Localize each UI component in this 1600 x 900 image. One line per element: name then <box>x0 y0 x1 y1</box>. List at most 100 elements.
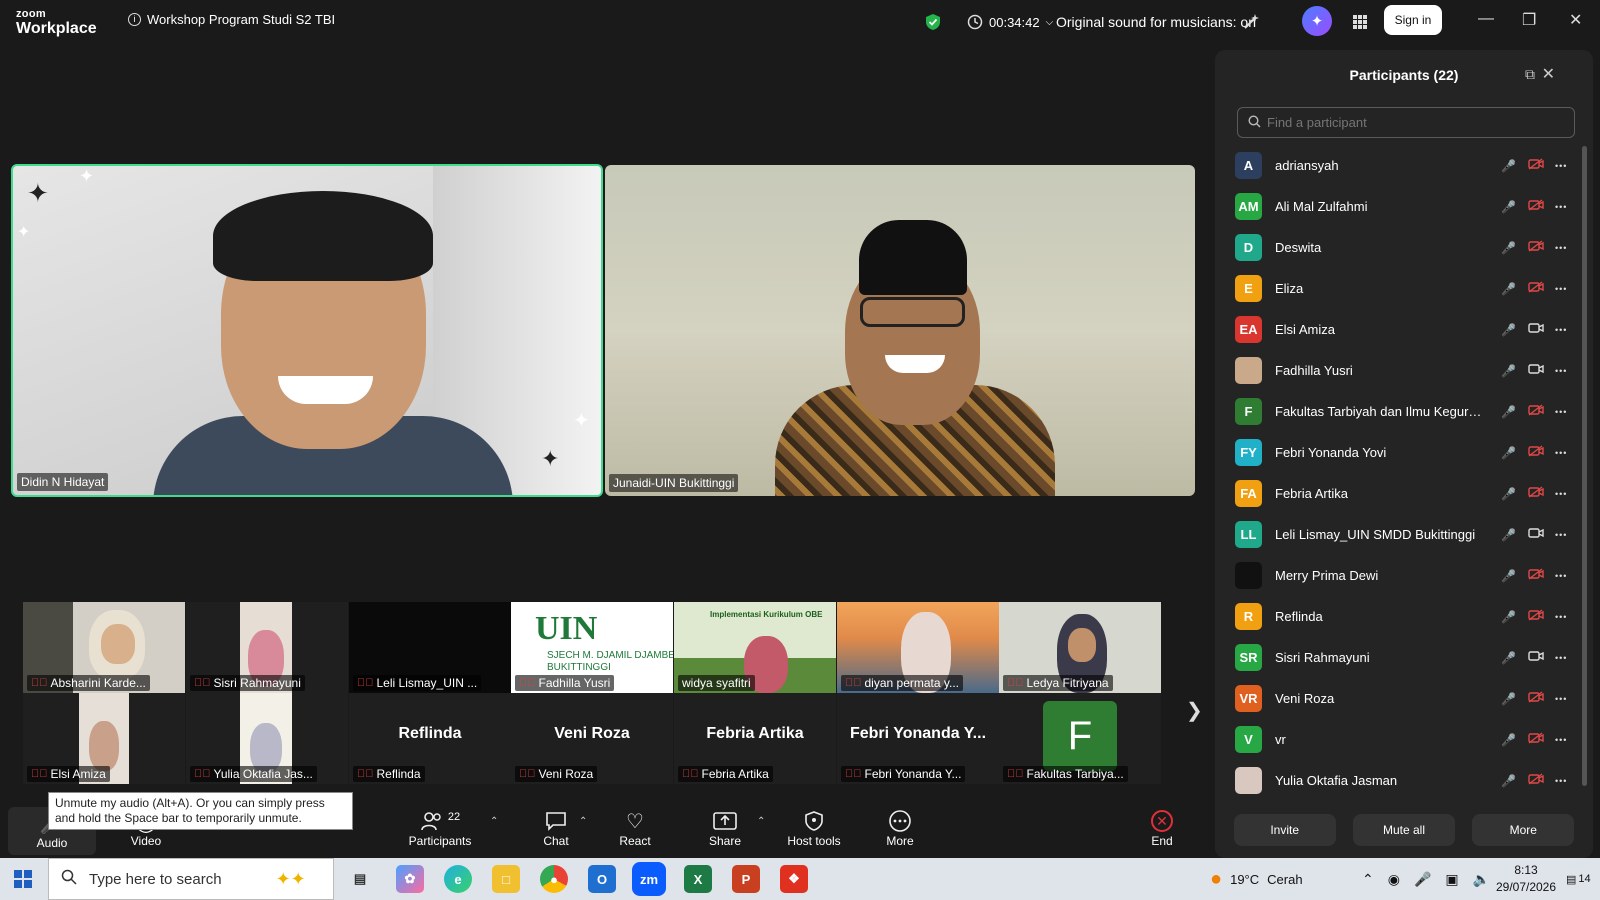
thumbnail-tile[interactable]: Reflinda 🎤⃠ Reflinda <box>349 693 511 784</box>
chat-button[interactable]: Chat <box>535 808 577 848</box>
search-input[interactable] <box>1267 115 1567 130</box>
participant-more-icon[interactable]: ••• <box>1555 202 1567 212</box>
thumbnail-tile[interactable]: 🎤⃠ diyan permata y... <box>837 602 999 693</box>
participant-more-icon[interactable]: ••• <box>1555 776 1567 786</box>
participant-row[interactable]: Aadriansyah 🎤 ••• <box>1215 145 1585 186</box>
participant-more-icon[interactable]: ••• <box>1555 489 1567 499</box>
thumbnail-tile[interactable]: Veni Roza 🎤⃠ Veni Roza <box>511 693 673 784</box>
thumbnail-tile[interactable]: UIN SJECH M. DJAMIL DJAMBE BUKITTINGGI 🎤… <box>511 602 673 693</box>
ai-companion-button[interactable]: ✦ <box>1302 6 1332 36</box>
muted-mic-icon[interactable]: 🎤 <box>1501 569 1516 583</box>
notification-center-icon[interactable]: ▤ 14 <box>1566 858 1591 900</box>
video-off-icon[interactable] <box>1528 158 1544 173</box>
video-on-icon[interactable] <box>1528 527 1544 542</box>
thumbnail-tile[interactable]: 🎤⃠ Elsi Amiza <box>23 693 185 784</box>
tray-chevron-up-icon[interactable]: ⌃ <box>1362 871 1374 888</box>
thumbnail-tile[interactable]: 🎤⃠ Yulia Oktafia Jas... <box>186 693 348 784</box>
participant-more-icon[interactable]: ••• <box>1555 653 1567 663</box>
thumbnail-tile[interactable]: Febria Artika 🎤⃠ Febria Artika <box>674 693 836 784</box>
original-sound-status[interactable]: Original sound for musicians: on <box>1056 0 1256 44</box>
tray-camera-icon[interactable]: ◉ <box>1388 871 1400 888</box>
participant-row[interactable]: D Deswita 🎤 ••• <box>1215 227 1585 268</box>
taskbar-search[interactable]: Type here to search ✦✦ <box>48 858 334 900</box>
thumbnail-tile[interactable]: Implementasi Kurikulum OBE widya syafitr… <box>674 602 836 693</box>
participant-more-icon[interactable]: ••• <box>1555 325 1567 335</box>
video-off-icon[interactable] <box>1528 568 1544 583</box>
tray-volume-icon[interactable]: 🔈 <box>1473 871 1490 888</box>
powerpoint-icon[interactable]: P <box>732 865 760 893</box>
thumbnail-tile[interactable]: Febri Yonanda Y... 🎤⃠ Febri Yonanda Y... <box>837 693 999 784</box>
security-shield-icon[interactable] <box>925 0 941 44</box>
video-on-icon[interactable] <box>1528 650 1544 665</box>
host-tools-button[interactable]: Host tools <box>782 808 846 848</box>
meeting-info[interactable]: i Workshop Program Studi S2 TBI <box>128 12 335 27</box>
excel-icon[interactable]: X <box>684 865 712 893</box>
participant-more-icon[interactable]: ••• <box>1555 284 1567 294</box>
video-off-icon[interactable] <box>1528 773 1544 788</box>
more-button[interactable]: More <box>880 808 920 848</box>
participant-row[interactable]: F Fakultas Tarbiyah dan Ilmu Keguru... 🎤 ••… <box>1215 391 1585 432</box>
share-options-caret-icon[interactable]: ⌃ <box>757 816 765 827</box>
participants-options-caret-icon[interactable]: ⌃ <box>490 816 498 827</box>
muted-mic-icon[interactable]: 🎤 <box>1501 323 1516 337</box>
video-off-icon[interactable] <box>1528 281 1544 296</box>
apps-grid-icon[interactable] <box>1349 11 1371 33</box>
video-off-icon[interactable] <box>1528 445 1544 460</box>
zoom-taskbar-icon[interactable]: zm <box>632 862 666 896</box>
participant-row[interactable]: LL Leli Lismay_UIN SMDD Bukittinggi 🎤 ••• <box>1215 514 1585 555</box>
muted-mic-icon[interactable]: 🎤 <box>1501 282 1516 296</box>
participant-more-icon[interactable]: ••• <box>1555 612 1567 622</box>
close-window-icon[interactable]: ✕ <box>1569 10 1582 30</box>
participant-more-icon[interactable]: ••• <box>1555 448 1567 458</box>
video-tile-speaker[interactable]: Junaidi-UIN Bukittinggi <box>605 165 1195 496</box>
file-explorer-icon[interactable]: □ <box>492 865 520 893</box>
participants-button[interactable]: 22 Participants <box>405 808 475 848</box>
muted-mic-icon[interactable]: 🎤 <box>1501 241 1516 255</box>
participant-search[interactable] <box>1237 107 1575 138</box>
next-page-chevron-icon[interactable]: ❯ <box>1186 698 1203 723</box>
participant-more-icon[interactable]: ••• <box>1555 530 1567 540</box>
muted-mic-icon[interactable]: 🎤 <box>1501 364 1516 378</box>
participant-more-icon[interactable]: ••• <box>1555 161 1567 171</box>
video-tile-active-speaker[interactable]: ✦ ✦ ✦ ✦ ✦ Didin N Hidayat <box>11 164 603 497</box>
taskbar-clock[interactable]: 8:13 29/07/2026 <box>1495 862 1557 896</box>
muted-mic-icon[interactable]: 🎤 <box>1501 692 1516 706</box>
thumbnail-tile[interactable]: F 🎤⃠ Fakultas Tarbiya... <box>999 693 1161 784</box>
thumbnail-tile[interactable]: 🎤⃠ Ledya Fitriyana <box>999 602 1161 693</box>
muted-mic-icon[interactable]: 🎤 <box>1501 774 1516 788</box>
react-button[interactable]: ♡ React <box>615 808 655 849</box>
meeting-timer[interactable]: 00:34:42 ⌵ <box>967 0 1053 44</box>
video-off-icon[interactable] <box>1528 404 1544 419</box>
participant-more-icon[interactable]: ••• <box>1555 571 1567 581</box>
copilot-icon[interactable]: ✿ <box>396 865 424 893</box>
minimize-icon[interactable]: — <box>1478 10 1494 28</box>
video-off-icon[interactable] <box>1528 691 1544 706</box>
video-off-icon[interactable] <box>1528 609 1544 624</box>
muted-mic-icon[interactable]: 🎤 <box>1501 733 1516 747</box>
participant-row[interactable]: EA Elsi Amiza 🎤 ••• <box>1215 309 1585 350</box>
participant-more-icon[interactable]: ••• <box>1555 366 1567 376</box>
participant-row[interactable]: AM Ali Mal Zulfahmi 🎤 ••• <box>1215 186 1585 227</box>
participant-row[interactable]: FY Febri Yonanda Yovi 🎤 ••• <box>1215 432 1585 473</box>
muted-mic-icon[interactable]: 🎤 <box>1501 159 1516 173</box>
video-off-icon[interactable] <box>1528 240 1544 255</box>
restore-icon[interactable]: ❐ <box>1522 10 1536 30</box>
invite-button[interactable]: Invite <box>1233 814 1336 846</box>
windows-start-icon[interactable] <box>14 870 32 888</box>
participant-more-icon[interactable]: ••• <box>1555 243 1567 253</box>
muted-mic-icon[interactable]: 🎤 <box>1501 405 1516 419</box>
participant-row[interactable]: E Eliza 🎤 ••• <box>1215 268 1585 309</box>
mute-all-button[interactable]: Mute all <box>1352 814 1455 846</box>
end-meeting-button[interactable]: ✕ End <box>1147 808 1177 848</box>
participant-row[interactable]: SR Sisri Rahmayuni 🎤 ••• <box>1215 637 1585 678</box>
participant-more-icon[interactable]: ••• <box>1555 694 1567 704</box>
participant-more-icon[interactable]: ••• <box>1555 407 1567 417</box>
video-off-icon[interactable] <box>1528 486 1544 501</box>
share-button[interactable]: Share <box>705 808 745 848</box>
thumbnail-tile[interactable]: 🎤⃠ Sisri Rahmayuni <box>186 602 348 693</box>
panel-more-button[interactable]: More <box>1472 814 1575 846</box>
video-off-icon[interactable] <box>1528 732 1544 747</box>
participant-row[interactable]: Vvr 🎤 ••• <box>1215 719 1585 760</box>
magic-wand-icon[interactable] <box>1242 0 1260 44</box>
muted-mic-icon[interactable]: 🎤 <box>1501 200 1516 214</box>
